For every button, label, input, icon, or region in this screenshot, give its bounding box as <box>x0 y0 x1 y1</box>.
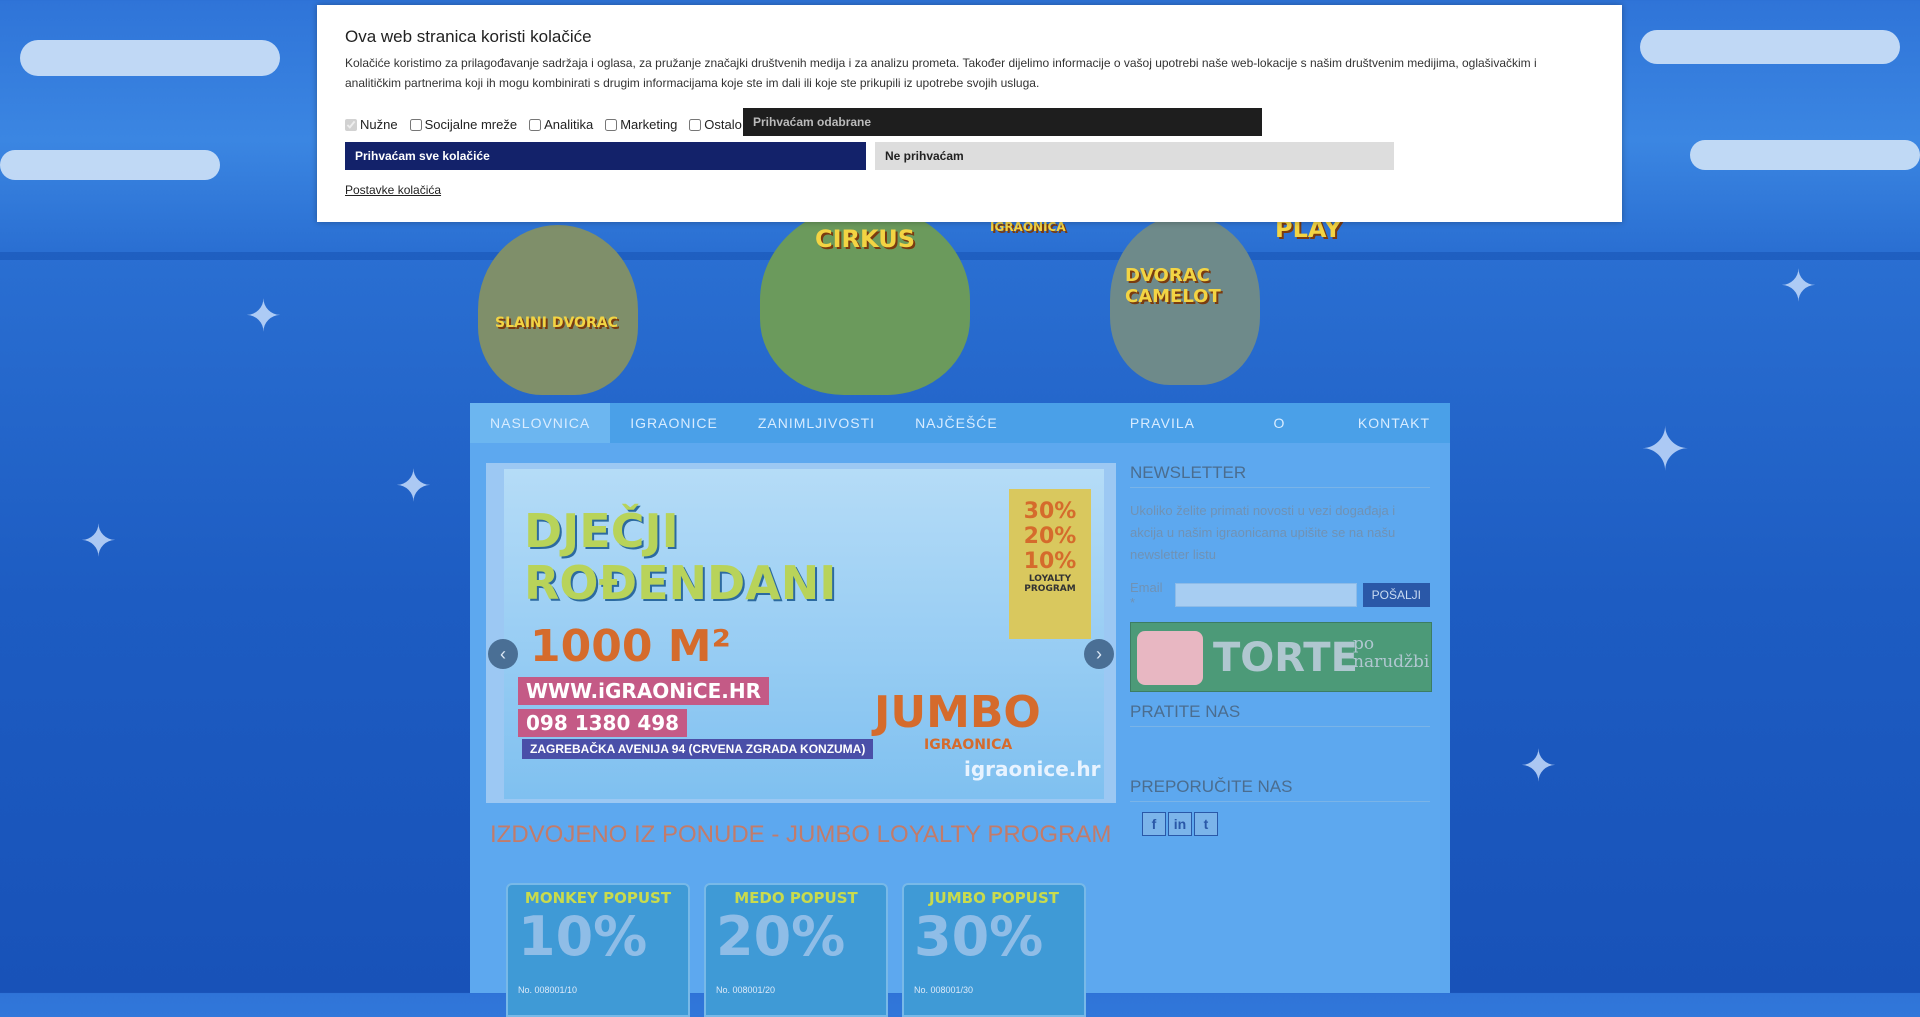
slider-next-button[interactable]: › <box>1084 639 1114 669</box>
slide-jumbo: JUMBO <box>874 687 1041 738</box>
sparkle-icon: ✦ <box>1780 262 1817 311</box>
slide-area: 1000 M² <box>530 621 731 672</box>
accept-selected-button[interactable]: Prihvaćam odabrane <box>743 108 1262 136</box>
slide-title-line: DJEČJI <box>524 504 679 558</box>
option-label: Socijalne mreže <box>424 117 518 132</box>
nav-item-naslovnica[interactable]: NASLOVNICA <box>470 403 611 443</box>
sparkle-icon: ✦ <box>1520 742 1557 791</box>
linkedin-icon[interactable]: in <box>1168 812 1192 836</box>
nav-item-faq[interactable]: NAJČEŠĆE POSTAVLJANA PITANJA <box>895 403 1110 511</box>
castle-island <box>478 225 638 395</box>
marketing-checkbox[interactable] <box>605 118 618 131</box>
card-percent: 10% <box>518 905 648 968</box>
email-field[interactable] <box>1174 583 1357 607</box>
featured-cards: MONKEY POPUST 10% No. 008001/10 MEDO POP… <box>506 883 1086 1017</box>
card-number: No. 008001/20 <box>716 985 776 995</box>
nav-item-pravila[interactable]: PRAVILA IGRAONICA <box>1110 403 1254 471</box>
cookie-option-ostalo[interactable]: Ostalo <box>689 117 742 132</box>
sparkle-icon: ✦ <box>1640 416 1691 483</box>
image-slider: DJEČJI ROĐENDANI 1000 M² WWW.iGRAONiCE.H… <box>486 463 1116 803</box>
torte-banner[interactable]: TORTE po narudžbi <box>1130 622 1432 692</box>
slide-phone: 098 1380 498 <box>518 709 688 737</box>
cookie-title: Ova web stranica koristi kolačiće <box>345 27 592 46</box>
slide-title-line: ROĐENDANI <box>524 556 837 610</box>
main-content: DJEČJI ROĐENDANI 1000 M² WWW.iGRAONiCE.H… <box>470 443 1450 1017</box>
banner-label: IGRAONICA <box>990 220 1066 234</box>
loyalty-ribbon: 30% 20% 10% LOYALTY PROGRAM <box>1009 489 1091 639</box>
reject-button[interactable]: Ne prihvaćam <box>875 142 1394 170</box>
slide-brand: igraonice.hr <box>964 757 1101 781</box>
banner-label: SLAINI DVORAC <box>495 315 618 331</box>
follow-heading: PRATITE NAS <box>1130 702 1430 727</box>
cookie-settings-link[interactable]: Postavke kolačića <box>345 183 441 197</box>
cookie-option-socijalne[interactable]: Socijalne mreže <box>409 117 518 132</box>
loyalty-pct: 30% <box>1023 499 1077 524</box>
main-nav: NASLOVNICA IGRAONICE ZANIMLJIVOSTI NAJČE… <box>470 403 1450 511</box>
nav-item-kontakt[interactable]: KONTAKT <box>1338 403 1450 443</box>
sparkle-icon: ✦ <box>245 292 282 341</box>
cloud <box>0 150 220 180</box>
featured-card[interactable]: JUMBO POPUST 30% No. 008001/30 <box>902 883 1086 1017</box>
banner-label: CIRKUS <box>815 225 915 253</box>
newsletter-form: Email * POŠALJI <box>1130 580 1430 610</box>
featured-card[interactable]: MONKEY POPUST 10% No. 008001/10 <box>506 883 690 1017</box>
card-percent: 20% <box>716 905 846 968</box>
cookie-consent-dialog: Ova web stranica koristi kolačiće Kolači… <box>317 5 1622 222</box>
slide-url: WWW.iGRAONiCE.HR <box>518 677 769 705</box>
send-button[interactable]: POŠALJI <box>1362 583 1430 607</box>
header-banner: CIRKUS PLAY DVORAC CAMELOT SLAINI DVORAC… <box>470 195 1450 400</box>
nav-item-o-nama[interactable]: O NAMA <box>1253 403 1337 471</box>
featured-card[interactable]: MEDO POPUST 20% No. 008001/20 <box>704 883 888 1017</box>
cookie-option-marketing[interactable]: Marketing <box>605 117 677 132</box>
card-percent: 30% <box>914 905 1044 968</box>
cloud <box>20 40 280 76</box>
loyalty-pct: 20% <box>1023 524 1077 549</box>
torte-subtitle: po narudžbi <box>1353 634 1430 672</box>
option-label: Analitika <box>544 117 594 132</box>
cake-icon <box>1137 631 1203 685</box>
loyalty-label: LOYALTY <box>1028 574 1072 584</box>
analitika-checkbox[interactable] <box>529 118 542 131</box>
social-links: f in t <box>1142 812 1430 836</box>
sparkle-icon: ✦ <box>395 462 432 511</box>
newsletter-heading: NEWSLETTER <box>1130 463 1430 488</box>
slider-prev-button[interactable]: ‹ <box>488 639 518 669</box>
slide-jumbo-sub: IGRAONICA <box>924 737 1013 753</box>
loyalty-label: PROGRAM <box>1024 584 1076 594</box>
cookie-option-analitika[interactable]: Analitika <box>529 117 593 132</box>
cookie-option-nuzne[interactable]: Nužne <box>345 117 398 132</box>
banner-label: DVORAC CAMELOT <box>1125 265 1221 307</box>
email-label: Email * <box>1130 580 1163 610</box>
featured-title: IZDVOJENO IZ PONUDE - JUMBO LOYALTY PROG… <box>490 821 1112 848</box>
recommend-heading: PREPORUČITE NAS <box>1130 777 1430 802</box>
sidebar: NEWSLETTER Ukoliko želite primati novost… <box>1130 463 1432 836</box>
twitter-icon[interactable]: t <box>1194 812 1218 836</box>
option-label: Ostalo <box>704 117 742 132</box>
card-number: No. 008001/10 <box>518 985 578 995</box>
card-number: No. 008001/30 <box>914 985 974 995</box>
cloud <box>1690 140 1920 170</box>
facebook-icon[interactable]: f <box>1142 812 1166 836</box>
torte-title: TORTE <box>1213 635 1358 681</box>
cloud <box>1640 30 1900 64</box>
option-label: Marketing <box>620 117 678 132</box>
option-label: Nužne <box>360 117 398 132</box>
nuzne-checkbox[interactable] <box>345 118 357 131</box>
cookie-body: Kolačiće koristimo za prilagođavanje sad… <box>345 56 1537 90</box>
sparkle-icon: ✦ <box>80 517 117 566</box>
cookie-options: Nužne Socijalne mreže Analitika Marketin… <box>345 117 754 132</box>
ostalo-checkbox[interactable] <box>689 118 702 131</box>
slide-address: ZAGREBAČKA AVENIJA 94 (CRVENA ZGRADA KON… <box>522 739 874 759</box>
newsletter-text: Ukoliko želite primati novosti u vezi do… <box>1130 503 1396 562</box>
socijalne-checkbox[interactable] <box>409 118 422 131</box>
loyalty-pct: 10% <box>1023 549 1077 574</box>
slide-image[interactable]: DJEČJI ROĐENDANI 1000 M² WWW.iGRAONiCE.H… <box>504 469 1104 799</box>
nav-item-igraonice[interactable]: IGRAONICE <box>610 403 738 443</box>
slide-title: DJEČJI ROĐENDANI <box>524 505 836 609</box>
accept-all-button[interactable]: Prihvaćam sve kolačiće <box>345 142 866 170</box>
nav-item-zanimljivosti[interactable]: ZANIMLJIVOSTI <box>738 403 895 443</box>
